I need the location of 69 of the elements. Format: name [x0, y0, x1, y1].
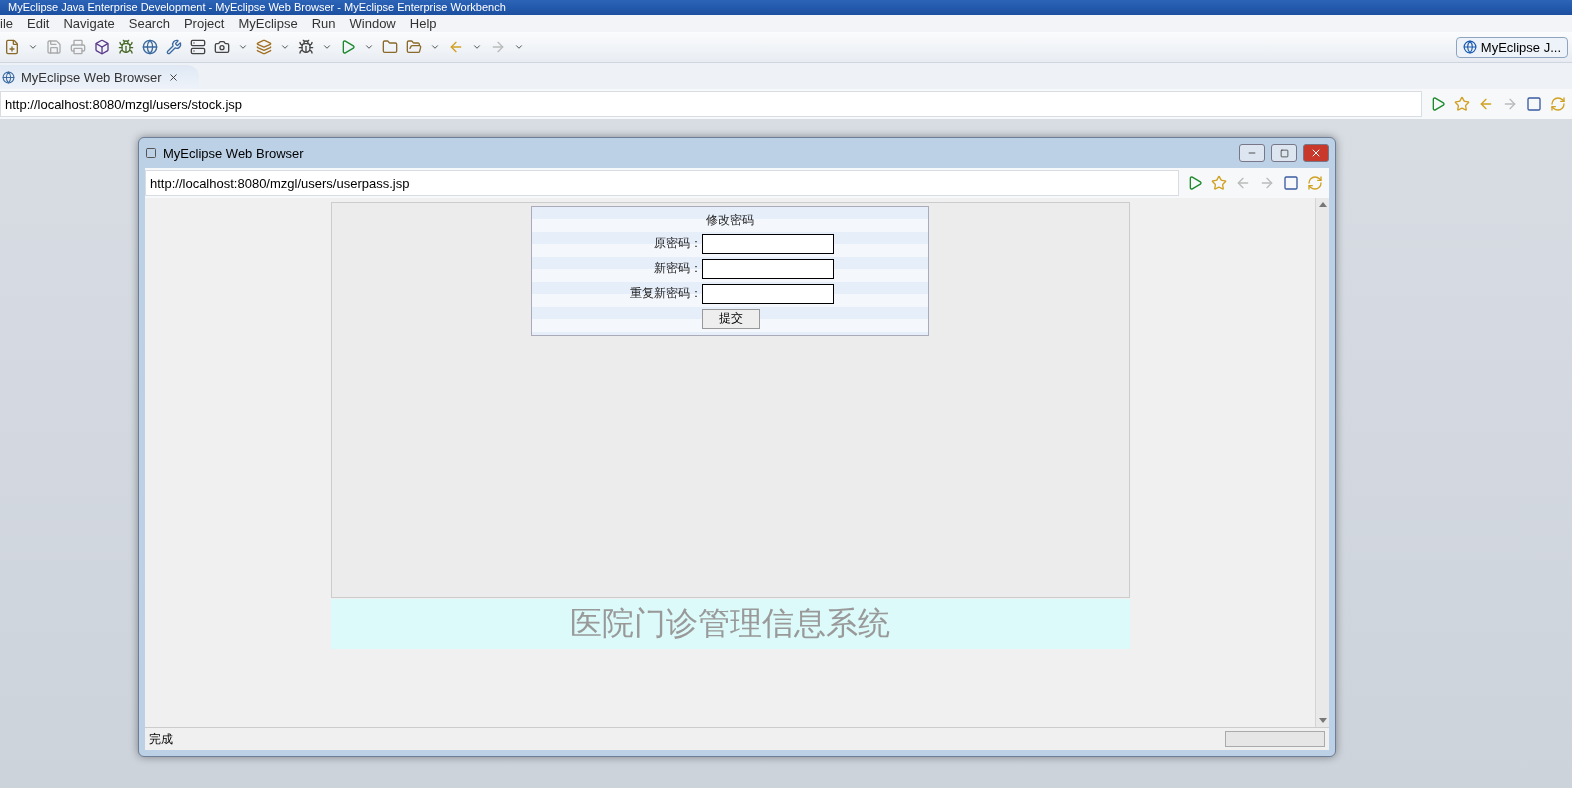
menu-item[interactable]: Run [311, 16, 336, 31]
field-label: 重复新密码： [629, 285, 702, 302]
password-field[interactable] [702, 233, 834, 254]
arrow-left-icon[interactable] [1478, 96, 1494, 112]
menu-item[interactable]: Help [409, 16, 437, 31]
maximize-icon [1279, 148, 1289, 158]
run-icon[interactable] [340, 39, 356, 55]
menu-item[interactable]: MyEclipse [238, 16, 298, 31]
refresh-icon[interactable] [1307, 175, 1323, 191]
star-icon[interactable] [1211, 175, 1227, 191]
close-icon[interactable] [167, 71, 179, 83]
caret-icon[interactable] [430, 42, 440, 52]
save-icon[interactable] [46, 39, 62, 55]
bug-icon[interactable] [298, 39, 314, 55]
close-button[interactable] [1303, 144, 1329, 162]
stop-icon[interactable] [1283, 175, 1299, 191]
maximize-button[interactable] [1271, 144, 1297, 162]
go-icon[interactable] [1430, 96, 1446, 112]
menu-item[interactable]: Window [349, 16, 396, 31]
server-icon[interactable] [190, 39, 206, 55]
form-title: 修改密码 [705, 212, 755, 229]
menu-item[interactable]: Project [183, 16, 225, 31]
globe-icon [1462, 40, 1477, 54]
close-icon [1310, 147, 1322, 159]
minimize-button[interactable] [1239, 144, 1265, 162]
go-icon[interactable] [1187, 175, 1203, 191]
address-field[interactable]: http://localhost:8080/mzgl/users/stock.jsp [0, 91, 1422, 117]
editor-tab[interactable]: MyEclipse Web Browser [0, 65, 199, 89]
status-text: 完成 [149, 730, 173, 748]
caret-icon[interactable] [514, 42, 524, 52]
caret-icon[interactable] [322, 42, 332, 52]
down-arrow-icon[interactable] [1318, 718, 1327, 723]
password-field[interactable] [702, 258, 834, 279]
refresh-icon[interactable] [1550, 96, 1566, 112]
scrollbar[interactable] [1315, 198, 1329, 727]
cube-icon[interactable] [94, 39, 110, 55]
stop-icon[interactable] [1526, 96, 1542, 112]
field-label: 原密码： [653, 235, 702, 252]
globe-icon [2, 70, 15, 84]
menu-item[interactable]: Search [128, 16, 170, 31]
window-title: MyEclipse Web Browser [163, 145, 304, 161]
printer-icon[interactable] [70, 39, 86, 55]
menu-item[interactable]: Navigate [63, 16, 115, 31]
caret-icon[interactable] [28, 42, 38, 52]
new-file-icon[interactable] [4, 39, 20, 55]
caret-icon[interactable] [364, 42, 374, 52]
camera-icon[interactable] [214, 39, 230, 55]
caret-icon[interactable] [238, 42, 248, 52]
up-arrow-icon[interactable] [1318, 202, 1327, 207]
password-field[interactable] [702, 283, 834, 304]
layers-icon[interactable] [256, 39, 272, 55]
wrench-icon[interactable] [166, 39, 182, 55]
window-icon [145, 147, 157, 159]
globe-icon[interactable] [142, 39, 158, 55]
menu-item[interactable]: Edit [27, 16, 50, 31]
folder-icon[interactable] [382, 39, 398, 55]
caret-icon[interactable] [280, 42, 290, 52]
footer-banner: 医院门诊管理信息系统 [330, 599, 1130, 649]
window-title: MyEclipse Java Enterprise Development - MyEclipse Web Browser - MyEclipse Enterprise Workbench [8, 0, 506, 15]
address-field[interactable]: http://localhost:8080/mzgl/users/userpass.jsp [145, 170, 1179, 196]
field-label: 新密码： [653, 260, 702, 277]
folder-icon[interactable] [406, 39, 422, 55]
arrow-left-icon[interactable] [448, 39, 464, 55]
caret-icon[interactable] [472, 42, 482, 52]
submit-button[interactable]: 提交 [702, 308, 760, 329]
star-icon[interactable] [1454, 96, 1470, 112]
menu-item[interactable]: ile [0, 16, 13, 31]
perspective-button[interactable]: MyEclipse J... [1455, 36, 1568, 58]
bug-icon[interactable] [118, 39, 134, 55]
